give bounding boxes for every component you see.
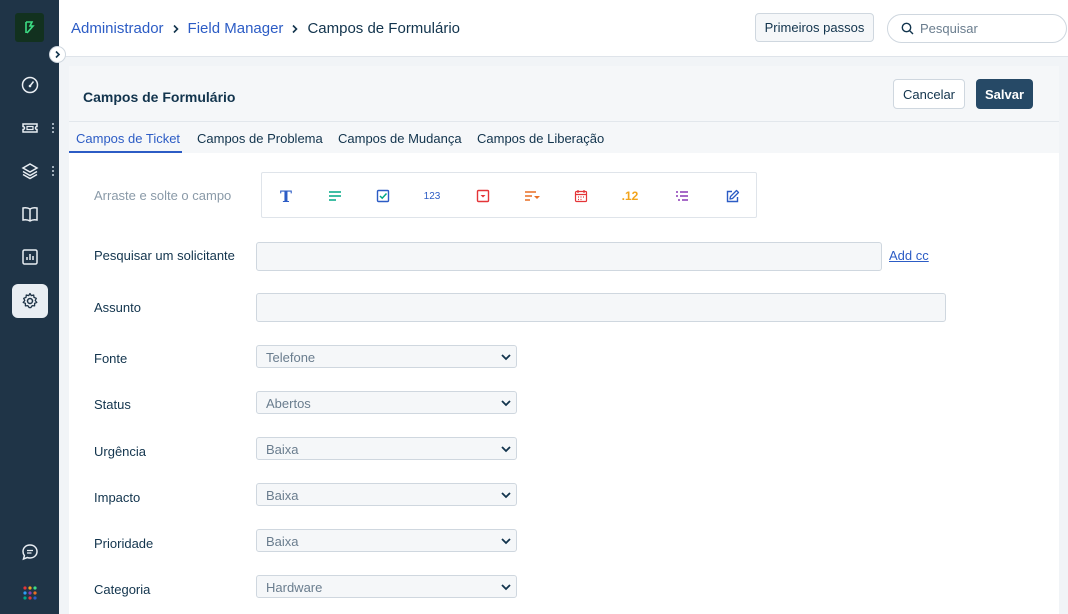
save-button[interactable]: Salvar: [976, 79, 1033, 109]
ticket-icon: [22, 123, 38, 133]
tab-release-fields[interactable]: Campos de Liberação: [477, 131, 604, 146]
sidebar-item-tickets[interactable]: [12, 111, 48, 145]
decimal-tool-glyph: .12: [621, 189, 639, 203]
sidebar-item-admin[interactable]: [12, 284, 48, 318]
urgency-select-value: Baixa: [266, 442, 299, 457]
apps-grid-icon: [23, 586, 37, 600]
sidebar-item-reports[interactable]: [12, 240, 48, 274]
chat-icon: [22, 544, 38, 561]
status-label: Status: [94, 397, 131, 412]
assets-more-icon[interactable]: [51, 165, 55, 177]
book-icon: [22, 207, 38, 222]
checkbox-icon[interactable]: [372, 185, 394, 207]
sidebar-item-apps[interactable]: [12, 576, 48, 610]
source-label: Fonte: [94, 351, 128, 366]
top-header: Administrador Field Manager Campos de Fo…: [59, 0, 1068, 57]
subject-input[interactable]: [256, 293, 946, 322]
priority-select-value: Baixa: [266, 534, 299, 549]
active-tab-indicator: [69, 151, 182, 153]
requester-input[interactable]: [256, 242, 882, 271]
priority-select[interactable]: Baixa: [256, 529, 517, 552]
sidebar-item-chat[interactable]: [12, 535, 48, 569]
tab-change-fields[interactable]: Campos de Mudança: [338, 131, 462, 146]
category-label: Categoria: [94, 582, 151, 597]
date-icon[interactable]: [570, 185, 592, 207]
tab-problem-fields[interactable]: Campos de Problema: [197, 131, 323, 146]
impact-select-value: Baixa: [266, 488, 299, 503]
breadcrumb-administrador[interactable]: Administrador: [71, 20, 164, 37]
breadcrumb-field-manager[interactable]: Field Manager: [188, 20, 284, 37]
bar-chart-icon: [22, 249, 38, 265]
chevron-right-icon: [291, 24, 299, 34]
first-steps-button[interactable]: Primeiros passos: [755, 13, 874, 42]
requester-label: Pesquisar um solicitante: [94, 248, 235, 263]
status-select-value: Abertos: [266, 396, 311, 411]
text-icon[interactable]: T: [275, 185, 297, 207]
breadcrumb: Administrador Field Manager Campos de Fo…: [71, 20, 460, 37]
search-icon: [901, 22, 914, 35]
sidebar-collapse-toggle[interactable]: [49, 46, 66, 63]
source-select[interactable]: Telefone: [256, 345, 517, 368]
tickets-more-icon[interactable]: [51, 122, 55, 134]
app-logo[interactable]: [15, 13, 44, 42]
sidebar-item-dashboard[interactable]: [12, 68, 48, 102]
category-select-value: Hardware: [266, 580, 323, 595]
source-select-value: Telefone: [266, 350, 316, 365]
chevron-down-icon: [501, 354, 511, 361]
dropdown-icon[interactable]: [472, 185, 494, 207]
text-tool-glyph: T: [280, 186, 292, 206]
paragraph-icon[interactable]: [324, 185, 346, 207]
chevron-down-icon: [501, 446, 511, 453]
chevron-down-icon: [501, 584, 511, 591]
tabs-bar: Campos de Ticket Campos de Problema Camp…: [69, 122, 1059, 153]
gauge-icon: [21, 76, 39, 94]
layers-icon: [21, 163, 39, 180]
status-select[interactable]: Abertos: [256, 391, 517, 414]
card-header: Campos de Formulário Cancelar Salvar: [69, 66, 1059, 122]
urgency-select[interactable]: Baixa: [256, 437, 517, 460]
sidebar-item-assets[interactable]: [12, 154, 48, 188]
multi-select-icon[interactable]: [671, 185, 693, 207]
cancel-button[interactable]: Cancelar: [893, 79, 965, 109]
field-palette: T 123 .12: [261, 172, 757, 218]
dependent-field-icon[interactable]: [521, 185, 543, 207]
add-cc-link[interactable]: Add cc: [889, 248, 929, 263]
chevron-right-icon: [55, 50, 61, 59]
logo-icon: [25, 21, 35, 34]
number-icon[interactable]: 123: [421, 185, 443, 207]
subject-label: Assunto: [94, 300, 141, 315]
chevron-down-icon: [501, 492, 511, 499]
decimal-icon[interactable]: .12: [619, 185, 641, 207]
form-fields-card: Campos de Formulário Cancelar Salvar Cam…: [69, 66, 1059, 614]
category-select[interactable]: Hardware: [256, 575, 517, 598]
number-tool-glyph: 123: [423, 190, 441, 202]
impact-label: Impacto: [94, 490, 141, 505]
breadcrumb-current: Campos de Formulário: [307, 20, 460, 37]
priority-label: Prioridade: [94, 536, 154, 551]
edit-icon[interactable]: [721, 185, 743, 207]
tab-ticket-fields[interactable]: Campos de Ticket: [76, 131, 180, 146]
sidebar-item-knowledge-base[interactable]: [12, 197, 48, 231]
gear-icon: [22, 292, 38, 309]
chevron-down-icon: [501, 538, 511, 545]
sidebar: [0, 0, 59, 614]
urgency-label: Urgência: [94, 444, 147, 459]
impact-select[interactable]: Baixa: [256, 483, 517, 506]
chevron-right-icon: [172, 24, 180, 34]
search-input[interactable]: [920, 21, 1050, 36]
page-title: Campos de Formulário: [83, 89, 236, 105]
search-box[interactable]: [887, 14, 1067, 43]
palette-label: Arraste e solte o campo: [94, 188, 232, 203]
chevron-down-icon: [501, 400, 511, 407]
